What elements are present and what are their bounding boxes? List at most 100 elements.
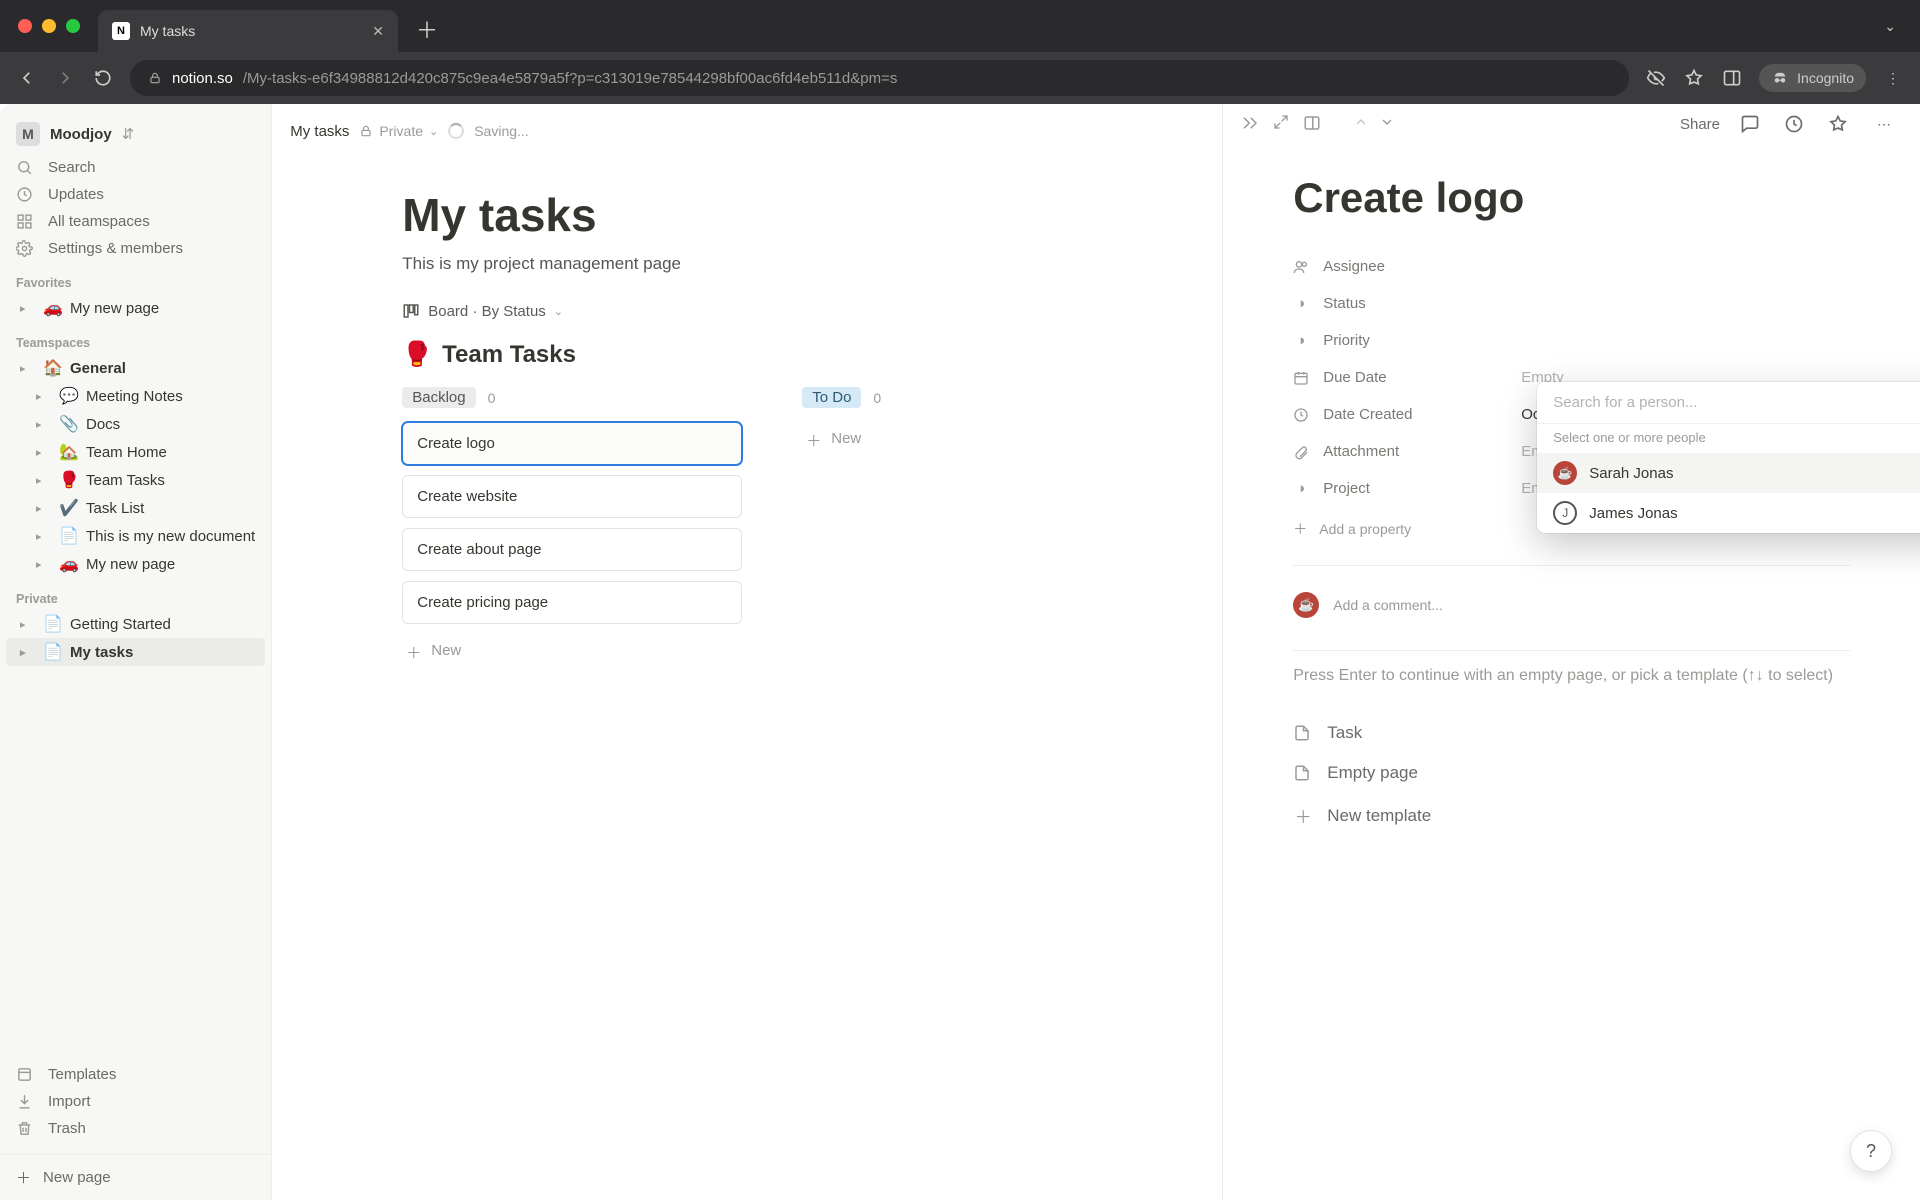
assignee-popover: Select one or more people ☕Sarah Jonas J… xyxy=(1537,382,1920,533)
comments-icon[interactable] xyxy=(1740,114,1764,134)
sidebar-teamspace-item[interactable]: ▸ 📎 Docs xyxy=(6,410,265,438)
sidebar-search[interactable]: Search xyxy=(0,154,271,181)
reload-icon[interactable] xyxy=(92,69,114,87)
back-icon[interactable] xyxy=(16,69,38,87)
minimize-window-icon[interactable] xyxy=(42,19,56,33)
sidebar-new-page[interactable]: ＋ New page xyxy=(0,1154,271,1200)
sidebar-private-item[interactable]: ▸ 📄 Getting Started xyxy=(6,610,265,638)
sidebar-teamspace-item[interactable]: ▸ 🚗 My new page xyxy=(6,550,265,578)
eye-off-icon[interactable] xyxy=(1645,68,1667,88)
prop-status[interactable]: ◗ Status xyxy=(1293,285,1850,322)
caret-icon[interactable]: ▸ xyxy=(36,558,52,571)
forward-icon[interactable] xyxy=(54,69,76,87)
help-button[interactable]: ? xyxy=(1850,1130,1892,1172)
favorite-icon[interactable] xyxy=(1828,114,1852,134)
prop-status-label: Status xyxy=(1323,295,1366,312)
sidebar-teamspace-item[interactable]: ▸ 💬 Meeting Notes xyxy=(6,382,265,410)
database-emoji-icon: 🥊 xyxy=(402,340,432,369)
sidebar-import[interactable]: Import xyxy=(0,1088,271,1115)
kebab-menu-icon[interactable]: ⋮ xyxy=(1882,70,1904,87)
board-card[interactable]: Create about page xyxy=(402,528,742,571)
sidebar-teamspace-item[interactable]: ▸ 📄 This is my new document xyxy=(6,522,265,550)
next-record-icon[interactable] xyxy=(1379,114,1395,130)
close-tab-icon[interactable]: ✕ xyxy=(372,23,384,40)
divider xyxy=(1293,565,1850,566)
caret-icon[interactable]: ▸ xyxy=(20,618,36,631)
more-icon[interactable]: ⋯ xyxy=(1872,116,1896,133)
main-area: My tasks Private ⌄ Saving... My tasks Th… xyxy=(272,104,1222,1200)
page-emoji-icon: 🚗 xyxy=(58,554,80,574)
collapse-panel-icon[interactable] xyxy=(1241,114,1259,132)
open-full-icon[interactable] xyxy=(1273,114,1289,132)
zoom-window-icon[interactable] xyxy=(66,19,80,33)
sidebar-favorite-item[interactable]: ▸ 🚗 My new page xyxy=(6,294,265,322)
add-comment[interactable]: ☕ Add a comment... xyxy=(1293,582,1850,646)
person-icon xyxy=(1293,259,1311,275)
caret-icon[interactable]: ▸ xyxy=(36,474,52,487)
incognito-chip[interactable]: Incognito xyxy=(1759,64,1866,92)
prev-record-icon[interactable] xyxy=(1353,114,1369,130)
caret-icon[interactable]: ▸ xyxy=(36,446,52,459)
share-button[interactable]: Share xyxy=(1680,116,1720,133)
breadcrumb[interactable]: My tasks xyxy=(290,123,349,140)
sidebar-templates-label: Templates xyxy=(48,1066,116,1083)
person-option[interactable]: ☕Sarah Jonas xyxy=(1537,453,1920,493)
sidebar-trash-label: Trash xyxy=(48,1120,86,1137)
url-field[interactable]: notion.so/My-tasks-e6f34988812d420c875c9… xyxy=(130,60,1629,96)
caret-icon[interactable]: ▸ xyxy=(20,302,36,315)
caret-icon[interactable]: ▸ xyxy=(36,390,52,403)
caret-icon[interactable]: ▸ xyxy=(36,502,52,515)
prop-priority[interactable]: ◗ Priority xyxy=(1293,322,1850,359)
status-pill: Backlog xyxy=(402,387,475,408)
panel-icon[interactable] xyxy=(1721,68,1743,88)
sidebar-teamspace-item[interactable]: ▸ 🏡 Team Home xyxy=(6,438,265,466)
caret-icon[interactable]: ▸ xyxy=(20,362,36,375)
tabs-menu-icon[interactable]: ⌄ xyxy=(1884,18,1896,35)
person-option[interactable]: JJames Jonas xyxy=(1537,493,1920,533)
workspace-switcher[interactable]: M Moodjoy ⇵ xyxy=(0,114,271,154)
person-avatar-icon: ☕ xyxy=(1553,461,1577,485)
column-header[interactable]: To Do 0 xyxy=(802,387,1142,408)
updates-icon[interactable] xyxy=(1784,114,1808,134)
board-card[interactable]: Create pricing page xyxy=(402,581,742,624)
new-card-button[interactable]: ＋New xyxy=(402,634,742,671)
sidebar-all-teamspaces[interactable]: All teamspaces xyxy=(0,208,271,235)
sidebar-private-item[interactable]: ▸ 📄 My tasks xyxy=(6,638,265,666)
template-option[interactable]: Task xyxy=(1293,713,1850,753)
sidebar-teamspace-item[interactable]: ▸ ✔️ Task List xyxy=(6,494,265,522)
prop-assignee[interactable]: Assignee Empty xyxy=(1293,248,1850,285)
unfold-icon: ⇵ xyxy=(122,125,135,143)
page-emoji-icon: 📄 xyxy=(42,614,64,634)
sidebar-teamspace-item[interactable]: ▸ 🥊 Team Tasks xyxy=(6,466,265,494)
caret-icon[interactable]: ▸ xyxy=(36,530,52,543)
page-subtitle[interactable]: This is my project management page xyxy=(402,254,1142,274)
template-option[interactable]: Empty page xyxy=(1293,753,1850,793)
sidebar-teamspace-item[interactable]: ▸ 🏠 General xyxy=(6,354,265,382)
peek-mode-icon[interactable] xyxy=(1303,114,1321,132)
sidebar-templates[interactable]: Templates xyxy=(0,1061,271,1088)
database-title[interactable]: 🥊 Team Tasks xyxy=(402,340,1142,369)
sidebar-settings[interactable]: Settings & members xyxy=(0,235,271,262)
new-tab-button[interactable]: ＋ xyxy=(416,13,438,45)
close-window-icon[interactable] xyxy=(18,19,32,33)
board-card[interactable]: Create logo xyxy=(402,422,742,465)
template-label: Empty page xyxy=(1327,763,1418,783)
star-outline-icon[interactable] xyxy=(1683,68,1705,88)
browser-tab[interactable]: N My tasks ✕ xyxy=(98,10,398,52)
board-column: Backlog 0 Create logo Create website Creat… xyxy=(402,387,742,671)
record-title[interactable]: Create logo xyxy=(1293,174,1850,222)
sidebar-updates[interactable]: Updates xyxy=(0,181,271,208)
board-columns: Backlog 0 Create logo Create website Creat… xyxy=(402,387,1142,671)
plus-icon: ＋ xyxy=(1293,519,1307,539)
caret-icon[interactable]: ▸ xyxy=(36,418,52,431)
privacy-chip[interactable]: Private ⌄ xyxy=(359,123,438,139)
caret-icon[interactable]: ▸ xyxy=(20,646,36,659)
page-title[interactable]: My tasks xyxy=(402,188,1142,242)
view-switcher[interactable]: Board · By Status ⌄ xyxy=(402,302,1142,320)
person-search-input[interactable] xyxy=(1537,382,1920,423)
new-card-button[interactable]: ＋New xyxy=(802,422,1142,459)
board-card[interactable]: Create website xyxy=(402,475,742,518)
template-option[interactable]: ＋ New template xyxy=(1293,793,1850,838)
sidebar-trash[interactable]: Trash xyxy=(0,1115,271,1142)
column-header[interactable]: Backlog 0 xyxy=(402,387,742,408)
